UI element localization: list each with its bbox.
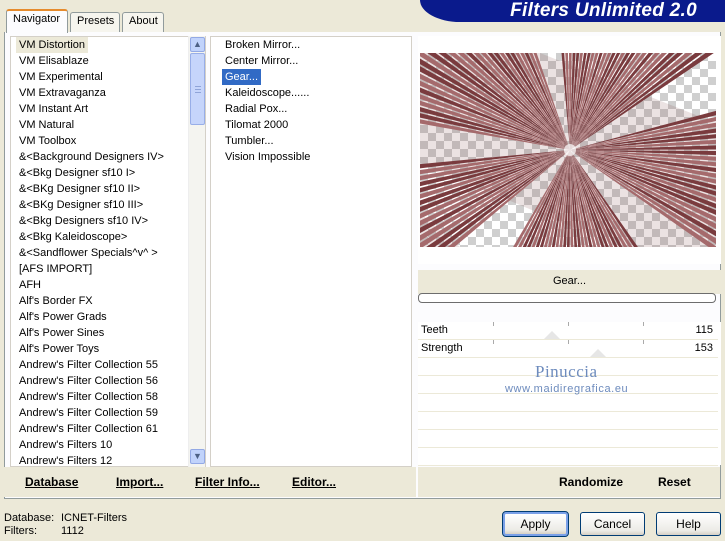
param-value: 153 — [694, 342, 713, 354]
category-item[interactable]: Alf's Border FX — [16, 293, 96, 309]
apply-button[interactable]: Apply — [502, 511, 569, 537]
param-value: 115 — [695, 324, 713, 336]
category-item[interactable]: &<BKg Designer sf10 III> — [16, 197, 146, 213]
database-label: Database: — [4, 512, 55, 524]
progress-bar — [418, 293, 716, 303]
category-item[interactable]: VM Natural — [16, 117, 77, 133]
filter-info-button[interactable]: Filter Info... — [195, 475, 260, 489]
help-button[interactable]: Help — [656, 512, 721, 536]
param-label: Strength — [421, 342, 463, 354]
filter-item[interactable]: Kaleidoscope...... — [222, 85, 312, 101]
cancel-button[interactable]: Cancel — [580, 512, 645, 536]
filters-count-value: 1112 — [61, 525, 84, 537]
param-row-strength[interactable]: Strength 153 — [418, 340, 718, 358]
scroll-up-button[interactable]: ▲ — [190, 37, 205, 52]
category-item[interactable]: Andrew's Filter Collection 61 — [16, 421, 161, 437]
category-item[interactable]: &<Bkg Kaleidoscope> — [16, 229, 130, 245]
param-row-empty — [418, 448, 718, 466]
category-item[interactable]: VM Instant Art — [16, 101, 91, 117]
category-item[interactable]: VM Extravaganza — [16, 85, 109, 101]
slider-thumb[interactable] — [590, 349, 606, 357]
filter-item[interactable]: Tumbler... — [222, 133, 277, 149]
editor-button[interactable]: Editor... — [292, 475, 336, 489]
filter-item[interactable]: Radial Pox... — [222, 101, 290, 117]
category-item[interactable]: VM Experimental — [16, 69, 106, 85]
scroll-down-button[interactable]: ▼ — [190, 449, 205, 464]
filter-list[interactable]: Broken Mirror... Center Mirror... Gear... K… — [210, 36, 412, 467]
param-row-empty — [418, 412, 718, 430]
category-scrollbar[interactable]: ▲ ▼ — [188, 36, 205, 467]
category-item[interactable]: Andrew's Filter Collection 55 — [16, 357, 161, 373]
preview-area — [418, 36, 721, 264]
watermark-site: www.maidiregrafica.eu — [505, 383, 629, 395]
param-label: Teeth — [421, 324, 448, 336]
category-item[interactable]: Andrew's Filter Collection 59 — [16, 405, 161, 421]
reset-button[interactable]: Reset — [658, 475, 691, 489]
category-item[interactable]: VM Elisablaze — [16, 53, 92, 69]
category-item[interactable]: Andrew's Filter Collection 56 — [16, 373, 161, 389]
category-item[interactable]: Alf's Power Toys — [16, 341, 102, 357]
category-item[interactable]: VM Toolbox — [16, 133, 79, 149]
database-value: ICNET-Filters — [61, 512, 127, 524]
filter-name-bar: Gear... — [418, 270, 721, 294]
filters-count-label: Filters: — [4, 525, 37, 537]
tab-presets[interactable]: Presets — [70, 12, 120, 32]
filter-item[interactable]: Tilomat 2000 — [222, 117, 291, 133]
app-title: Filters Unlimited 2.0 — [510, 0, 697, 21]
category-item[interactable]: &<Sandflower Specials^v^ > — [16, 245, 161, 261]
tab-about[interactable]: About — [122, 12, 164, 32]
preview-image — [420, 53, 716, 247]
category-item[interactable]: Alf's Power Grads — [16, 309, 110, 325]
category-item[interactable]: VM Distortion — [16, 37, 89, 53]
param-row-empty — [418, 430, 718, 448]
category-item[interactable]: Andrew's Filter Collection 58 — [16, 389, 161, 405]
slider-thumb[interactable] — [544, 331, 560, 339]
category-item[interactable]: Andrew's Filters 12 — [16, 453, 115, 466]
title-banner: Filters Unlimited 2.0 — [420, 0, 725, 22]
category-item[interactable]: &<Background Designers IV> — [16, 149, 167, 165]
category-item[interactable]: &<Bkg Designer sf10 I> — [16, 165, 138, 181]
category-item[interactable]: Andrew's Filters 10 — [16, 437, 115, 453]
category-list[interactable]: VM Distortion VM Elisablaze VM Experimenta… — [10, 36, 206, 467]
category-item[interactable]: [AFS IMPORT] — [16, 261, 95, 277]
category-item[interactable]: AFH — [16, 277, 44, 293]
scroll-thumb[interactable] — [190, 53, 205, 125]
param-row-teeth[interactable]: Teeth 115 — [418, 322, 718, 340]
category-item[interactable]: &<BKg Designer sf10 II> — [16, 181, 143, 197]
filter-item[interactable]: Vision Impossible — [222, 149, 313, 165]
filter-item[interactable]: Gear... — [222, 69, 262, 85]
filter-item[interactable]: Center Mirror... — [222, 53, 301, 69]
category-item[interactable]: Alf's Power Sines — [16, 325, 107, 341]
tab-navigator[interactable]: Navigator — [6, 9, 68, 33]
filter-item[interactable]: Broken Mirror... — [222, 37, 303, 53]
category-item[interactable]: &<Bkg Designers sf10 IV> — [16, 213, 151, 229]
import-button[interactable]: Import... — [116, 475, 163, 489]
param-row-empty — [418, 394, 718, 412]
randomize-button[interactable]: Randomize — [559, 475, 623, 489]
watermark-name: Pinuccia — [535, 362, 598, 381]
database-button[interactable]: Database — [25, 475, 78, 489]
